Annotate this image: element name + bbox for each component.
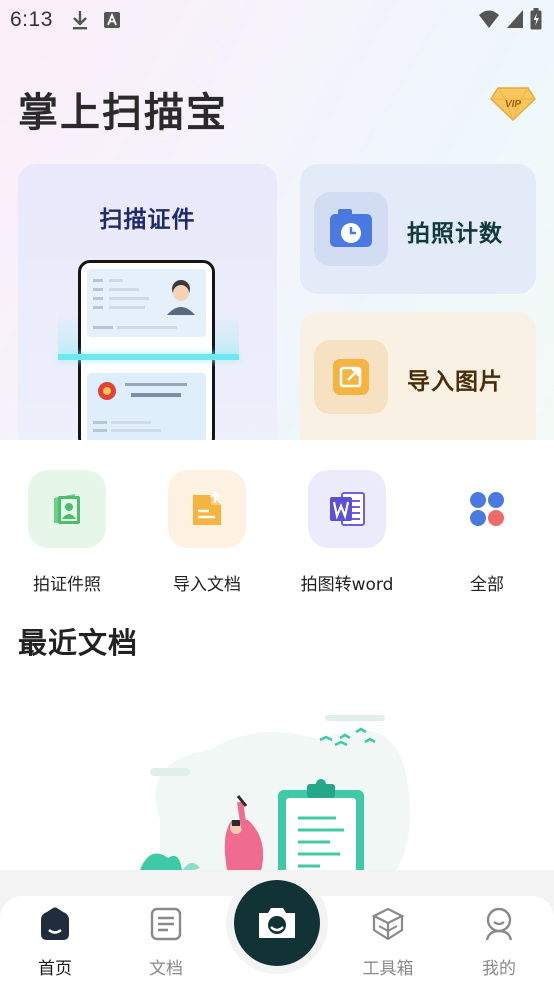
tool-all[interactable]: 全部 xyxy=(427,470,547,595)
status-bar: 6:13 xyxy=(0,0,554,40)
all-apps-icon xyxy=(470,492,504,526)
a-icon xyxy=(103,12,120,28)
camera-button[interactable] xyxy=(234,880,320,966)
tool-import-doc-label: 导入文档 xyxy=(173,575,241,595)
wifi-icon xyxy=(479,10,499,28)
tool-all-label: 全部 xyxy=(470,575,504,595)
toolbox-icon xyxy=(371,907,405,941)
nav-profile[interactable]: 我的 xyxy=(459,906,539,979)
scan-id-card[interactable]: 扫描证件 xyxy=(18,164,277,454)
tool-id-photo-label: 拍证件照 xyxy=(33,575,101,595)
import-doc-icon xyxy=(193,491,221,525)
camera-icon xyxy=(259,908,295,938)
nav-home[interactable]: 首页 xyxy=(15,906,95,979)
document-icon xyxy=(150,907,182,941)
all-apps-icon-box xyxy=(448,470,526,548)
profile-icon xyxy=(485,907,513,941)
status-time: 6:13 xyxy=(10,8,53,31)
tool-photo-to-word-label: 拍图转word xyxy=(300,575,394,595)
word-icon-box xyxy=(308,470,386,548)
nav-toolbox-label: 工具箱 xyxy=(362,959,414,979)
id-photo-icon xyxy=(54,494,80,524)
battery-icon xyxy=(530,8,542,30)
vip-label: VIP xyxy=(505,99,521,110)
import-image-card[interactable]: 导入图片 xyxy=(300,312,536,454)
photo-count-label: 拍照计数 xyxy=(407,221,503,247)
import-doc-icon-box xyxy=(168,470,246,548)
image-import-icon-box xyxy=(314,340,388,414)
tool-photo-to-word[interactable]: 拍图转word xyxy=(287,470,407,595)
image-import-icon xyxy=(333,359,369,395)
empty-documents-illustration xyxy=(140,715,410,880)
photo-count-card[interactable]: 拍照计数 xyxy=(300,164,536,294)
home-icon xyxy=(41,907,69,940)
tool-import-doc[interactable]: 导入文档 xyxy=(147,470,267,595)
word-icon xyxy=(330,492,365,526)
download-icon xyxy=(72,11,87,30)
app-title: 掌上扫描宝 xyxy=(18,90,228,136)
tool-id-photo[interactable]: 拍证件照 xyxy=(7,470,127,595)
signal-icon xyxy=(507,10,523,28)
camera-clock-icon xyxy=(330,209,372,247)
id-photo-icon-box xyxy=(28,470,106,548)
nav-documents[interactable]: 文档 xyxy=(126,906,206,979)
import-image-label: 导入图片 xyxy=(407,369,503,395)
nav-profile-label: 我的 xyxy=(482,959,516,979)
nav-toolbox[interactable]: 工具箱 xyxy=(348,906,428,979)
scan-line xyxy=(58,354,239,360)
nav-documents-label: 文档 xyxy=(149,959,183,979)
camera-clock-icon-box xyxy=(314,192,388,266)
vip-badge[interactable]: VIP xyxy=(490,86,536,122)
nav-home-label: 首页 xyxy=(38,959,72,979)
scan-id-label: 扫描证件 xyxy=(99,207,196,233)
tools-row: 拍证件照 导入文档 拍图转word 全部 xyxy=(0,470,554,600)
recent-documents-title: 最近文档 xyxy=(18,626,139,660)
